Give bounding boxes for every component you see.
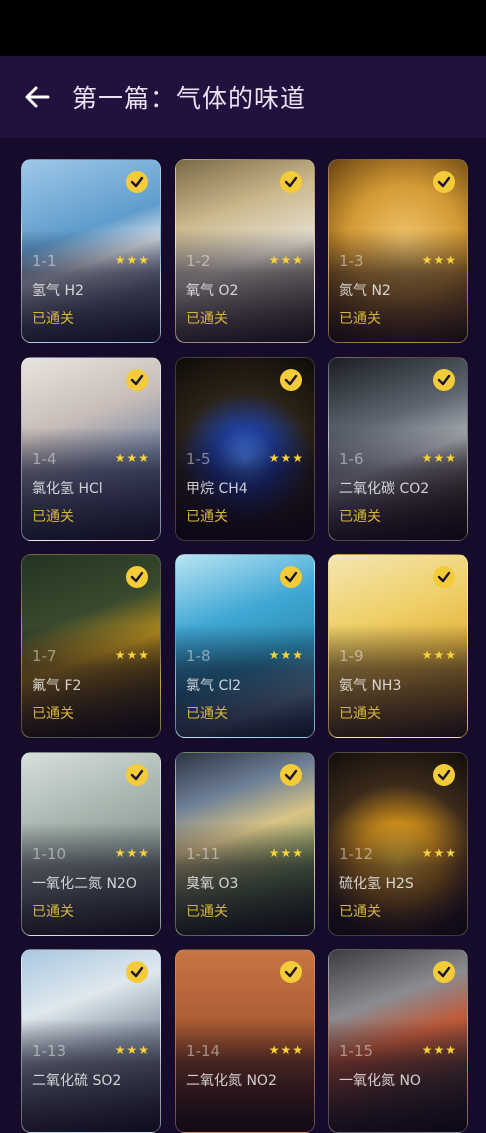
level-number: 1-5 [186,450,211,468]
star-icon: ★★★ [421,846,457,860]
level-status: 已通关 [32,509,74,525]
level-name: 二氧化硫 SO2 [32,1073,122,1089]
arrow-left-icon [25,86,50,108]
check-circle-icon [280,171,302,193]
level-status: 已通关 [339,311,381,327]
level-status: 已通关 [339,904,381,920]
level-status: 已通关 [32,706,74,722]
star-icon: ★★★ [268,1043,304,1057]
level-number: 1-12 [339,845,374,863]
level-card[interactable]: 1-7 ★★★ 氟气 F2 已通关 [21,554,161,738]
level-number: 1-6 [339,450,364,468]
check-circle-icon [433,171,455,193]
top-bar: 第一篇：气体的味道 [0,56,486,138]
level-card[interactable]: 1-5 ★★★ 甲烷 CH4 已通关 [175,357,315,541]
level-status: 已通关 [339,706,381,722]
check-circle-icon [280,369,302,391]
star-icon: ★★★ [114,648,150,662]
level-card[interactable]: 1-15 ★★★ 一氧化氮 NO [328,949,468,1133]
level-number: 1-7 [32,647,57,665]
level-number: 1-13 [32,1042,67,1060]
level-number: 1-3 [339,252,364,270]
star-icon: ★★★ [421,253,457,267]
check-circle-icon [126,566,148,588]
level-number: 1-14 [186,1042,221,1060]
star-icon: ★★★ [421,451,457,465]
level-name: 氟气 F2 [32,678,82,694]
level-card[interactable]: 1-8 ★★★ 氯气 Cl2 已通关 [175,554,315,738]
level-number: 1-4 [32,450,57,468]
check-circle-icon [126,171,148,193]
check-circle-icon [126,961,148,983]
star-icon: ★★★ [114,253,150,267]
level-name: 氧气 O2 [186,283,239,299]
level-name: 臭氧 O3 [186,876,239,892]
level-name: 氮气 N2 [339,283,391,299]
level-status: 已通关 [186,311,228,327]
level-card[interactable]: 1-11 ★★★ 臭氧 O3 已通关 [175,752,315,936]
level-card[interactable]: 1-9 ★★★ 氨气 NH3 已通关 [328,554,468,738]
star-icon: ★★★ [268,846,304,860]
level-name: 甲烷 CH4 [186,481,248,497]
level-status: 已通关 [32,311,74,327]
level-status: 已通关 [339,509,381,525]
level-card[interactable]: 1-1 ★★★ 氢气 H2 已通关 [21,159,161,343]
level-grid: 1-1 ★★★ 氢气 H2 已通关 1-2 ★★★ 氧气 O2 已通关 1-3 … [0,138,486,1133]
star-icon: ★★★ [268,648,304,662]
level-status: 已通关 [186,706,228,722]
level-name: 氢气 H2 [32,283,84,299]
level-card[interactable]: 1-10 ★★★ 一氧化二氮 N2O 已通关 [21,752,161,936]
level-number: 1-1 [32,252,57,270]
level-card[interactable]: 1-6 ★★★ 二氧化碳 CO2 已通关 [328,357,468,541]
star-icon: ★★★ [114,451,150,465]
level-name: 一氧化氮 NO [339,1073,421,1089]
check-circle-icon [280,961,302,983]
check-circle-icon [433,961,455,983]
level-card[interactable]: 1-12 ★★★ 硫化氢 H2S 已通关 [328,752,468,936]
check-circle-icon [433,369,455,391]
check-circle-icon [126,764,148,786]
check-circle-icon [280,566,302,588]
level-number: 1-11 [186,845,221,863]
back-button[interactable] [22,82,52,112]
level-number: 1-2 [186,252,211,270]
star-icon: ★★★ [114,846,150,860]
star-icon: ★★★ [421,648,457,662]
star-icon: ★★★ [114,1043,150,1057]
level-name: 硫化氢 H2S [339,876,414,892]
level-number: 1-8 [186,647,211,665]
level-name: 氯气 Cl2 [186,678,242,694]
level-status: 已通关 [32,904,74,920]
level-name: 二氧化碳 CO2 [339,481,430,497]
check-circle-icon [280,764,302,786]
level-name: 氨气 NH3 [339,678,402,694]
level-number: 1-10 [32,845,67,863]
check-circle-icon [126,369,148,391]
check-circle-icon [433,764,455,786]
star-icon: ★★★ [268,451,304,465]
level-name: 二氧化氮 NO2 [186,1073,277,1089]
level-status: 已通关 [186,904,228,920]
level-number: 1-9 [339,647,364,665]
level-name: 一氧化二氮 N2O [32,876,137,892]
level-status: 已通关 [186,509,228,525]
status-bar [0,0,486,56]
level-name: 氯化氢 HCl [32,481,103,497]
level-card[interactable]: 1-4 ★★★ 氯化氢 HCl 已通关 [21,357,161,541]
page-title: 第一篇：气体的味道 [72,84,307,113]
level-number: 1-15 [339,1042,374,1060]
check-circle-icon [433,566,455,588]
level-card[interactable]: 1-2 ★★★ 氧气 O2 已通关 [175,159,315,343]
level-card[interactable]: 1-13 ★★★ 二氧化硫 SO2 [21,949,161,1133]
level-card[interactable]: 1-3 ★★★ 氮气 N2 已通关 [328,159,468,343]
level-card[interactable]: 1-14 ★★★ 二氧化氮 NO2 [175,949,315,1133]
star-icon: ★★★ [421,1043,457,1057]
star-icon: ★★★ [268,253,304,267]
